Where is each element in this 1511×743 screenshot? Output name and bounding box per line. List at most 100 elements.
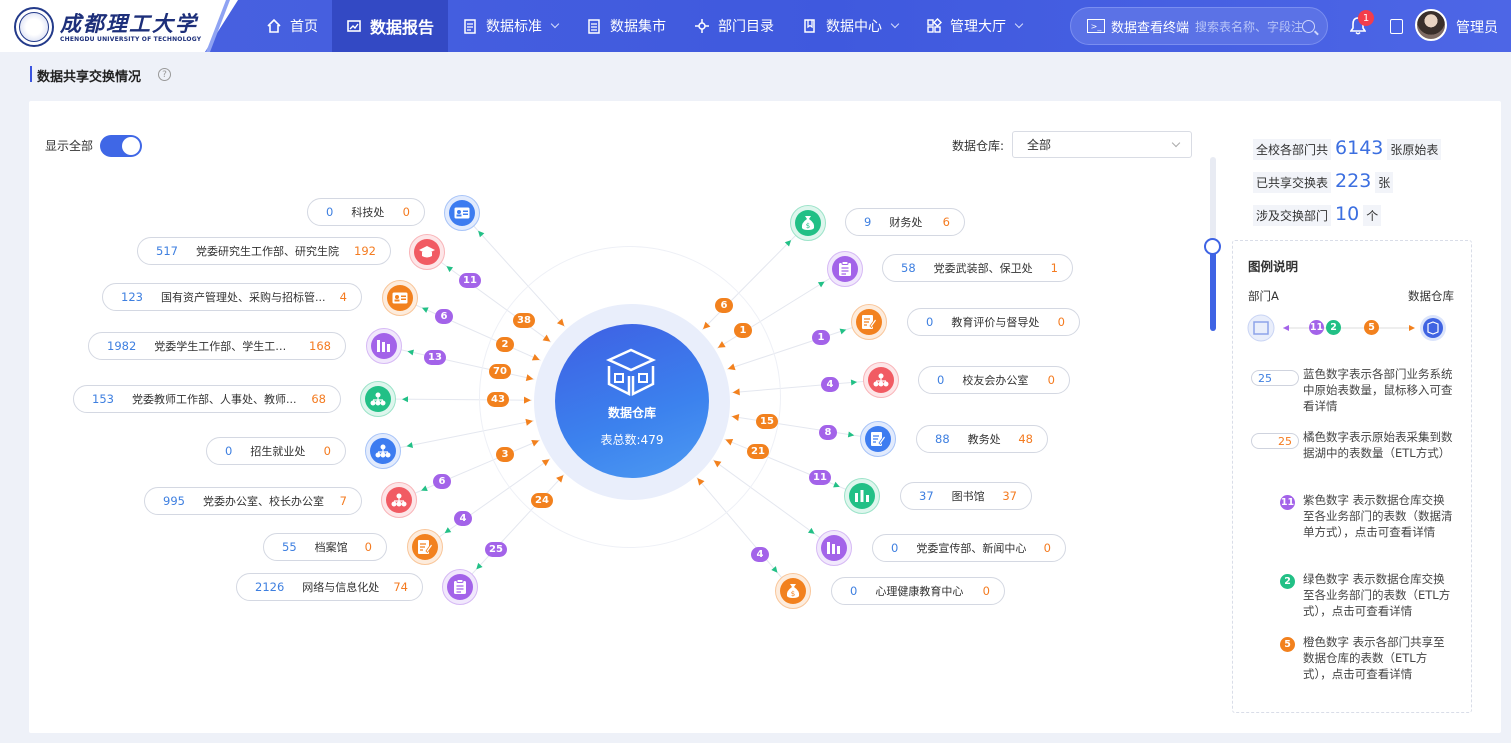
- raw-table-count[interactable]: 123: [103, 290, 143, 304]
- nav-label: 数据标准: [486, 19, 543, 35]
- purple-exchange-badge[interactable]: 25: [485, 542, 507, 557]
- purple-exchange-badge[interactable]: 6: [433, 474, 451, 489]
- orange-exchange-badge[interactable]: 15: [756, 414, 778, 429]
- raw-table-count[interactable]: 37: [901, 489, 934, 503]
- dept-pill[interactable]: 0 科技处 0: [307, 198, 425, 226]
- dept-pill[interactable]: 0 教育评价与督导处 0: [907, 308, 1080, 336]
- dept-pill[interactable]: 2126 网络与信息化处 74: [236, 573, 423, 601]
- orange-exchange-badge[interactable]: 38: [513, 313, 535, 328]
- document-icon[interactable]: [1390, 19, 1403, 34]
- purple-exchange-badge[interactable]: 13: [424, 350, 446, 365]
- orange-exchange-badge[interactable]: 3: [496, 447, 514, 462]
- dept-pill[interactable]: 0 校友会办公室 0: [918, 366, 1070, 394]
- show-all-toggle[interactable]: [100, 135, 142, 157]
- raw-table-count[interactable]: 0: [308, 205, 333, 219]
- data-warehouse-node[interactable]: 数据仓库 表总数:479: [555, 324, 709, 478]
- orange-exchange-badge[interactable]: 24: [531, 493, 553, 508]
- raw-table-count[interactable]: 0: [908, 315, 933, 329]
- raw-table-count[interactable]: 58: [883, 261, 916, 275]
- dept-pill[interactable]: 0 党委宣传部、新闻中心 0: [872, 534, 1066, 562]
- nav-item-3[interactable]: 数据集市: [572, 0, 680, 52]
- dept-pill[interactable]: 37 图书馆 37: [900, 482, 1032, 510]
- edit-doc-icon[interactable]: [407, 529, 443, 565]
- graduation-cap-icon[interactable]: [409, 234, 445, 270]
- dept-pill[interactable]: 9 财务处 6: [845, 208, 965, 236]
- org-chart-icon[interactable]: [360, 381, 396, 417]
- toggle-knob: [122, 137, 140, 155]
- orange-exchange-badge[interactable]: 1: [734, 323, 752, 338]
- raw-table-count[interactable]: 55: [264, 540, 297, 554]
- dept-pill[interactable]: 123 国有资产管理处、采购与招标管... 4: [102, 283, 362, 311]
- dept-name: 党委研究生工作部、研究生院: [195, 245, 339, 258]
- purple-exchange-badge[interactable]: 11: [459, 273, 481, 288]
- user-menu[interactable]: 管理员: [1456, 17, 1498, 37]
- purple-exchange-badge[interactable]: 4: [751, 547, 769, 562]
- raw-table-count[interactable]: 153: [74, 392, 114, 406]
- dept-name: 党委学生工作部、学生工作处: [154, 340, 298, 353]
- raw-table-count[interactable]: 517: [138, 244, 178, 258]
- warehouse-select[interactable]: 全部: [1012, 131, 1192, 158]
- purple-exchange-badge[interactable]: 11: [809, 470, 831, 485]
- nav-item-1[interactable]: 数据报告: [332, 0, 449, 52]
- orange-exchange-badge[interactable]: 2: [496, 337, 514, 352]
- orange-exchange-badge[interactable]: 43: [487, 392, 509, 407]
- etl-table-count: 0: [1047, 373, 1055, 387]
- money-bag-icon[interactable]: $: [775, 573, 811, 609]
- dept-pill[interactable]: 0 招生就业处 0: [206, 437, 346, 465]
- search-box[interactable]: >_数据查看终端 搜索表名称、字段注释: [1070, 7, 1328, 45]
- raw-table-count[interactable]: 0: [873, 541, 898, 555]
- dept-name: 党委教师工作部、人事处、教师...: [131, 393, 297, 406]
- dept-pill[interactable]: 517 党委研究生工作部、研究生院 192: [137, 237, 391, 265]
- dept-pill[interactable]: 995 党委办公室、校长办公室 7: [144, 487, 362, 515]
- id-card-icon[interactable]: [444, 195, 480, 231]
- bar-chart-icon[interactable]: [844, 478, 880, 514]
- dept-pill[interactable]: 153 党委教师工作部、人事处、教师... 68: [73, 385, 341, 413]
- nav-item-4[interactable]: 部门目录: [680, 0, 788, 52]
- dept-pill[interactable]: 1982 党委学生工作部、学生工作处 168: [88, 332, 346, 360]
- books-icon[interactable]: [366, 328, 402, 364]
- legend-dot-green: 2: [1280, 574, 1295, 589]
- avatar[interactable]: [1415, 9, 1447, 41]
- org-chart-icon[interactable]: [365, 433, 401, 469]
- nav-item-6[interactable]: 管理大厅: [912, 0, 1036, 52]
- raw-table-count[interactable]: 88: [917, 432, 950, 446]
- orange-exchange-badge[interactable]: 6: [715, 298, 733, 313]
- raw-table-count[interactable]: 0: [832, 584, 857, 598]
- raw-table-count[interactable]: 1982: [89, 339, 136, 353]
- org-chart-icon[interactable]: [863, 362, 899, 398]
- nav-item-0[interactable]: 首页: [252, 0, 332, 52]
- raw-table-count[interactable]: 995: [145, 494, 185, 508]
- search-input[interactable]: 搜索表名称、字段注释: [1195, 18, 1302, 35]
- zoom-slider-handle[interactable]: [1204, 238, 1221, 255]
- raw-table-count[interactable]: 9: [846, 215, 871, 229]
- nav-item-2[interactable]: 数据标准: [448, 0, 572, 52]
- id-card-icon[interactable]: [382, 280, 418, 316]
- purple-exchange-badge[interactable]: 8: [819, 425, 837, 440]
- org-chart-icon[interactable]: [381, 482, 417, 518]
- raw-table-count[interactable]: 0: [919, 373, 944, 387]
- search-mode-tag[interactable]: >_ 数据查看终端: [1087, 17, 1189, 36]
- money-bag-icon[interactable]: $: [790, 205, 826, 241]
- books-icon[interactable]: [816, 530, 852, 566]
- nav-item-5[interactable]: 数据中心: [788, 0, 912, 52]
- raw-table-count[interactable]: 2126: [237, 580, 284, 594]
- dept-pill[interactable]: 0 心理健康教育中心 0: [831, 577, 1005, 605]
- clipboard-icon[interactable]: [442, 569, 478, 605]
- edit-doc-icon[interactable]: [860, 421, 896, 457]
- center-title: 数据仓库: [607, 406, 656, 420]
- orange-exchange-badge[interactable]: 21: [747, 444, 769, 459]
- search-icon[interactable]: [1302, 19, 1315, 33]
- dept-pill[interactable]: 88 教务处 48: [916, 425, 1048, 453]
- dept-pill[interactable]: 58 党委武装部、保卫处 1: [882, 254, 1073, 282]
- dept-pill[interactable]: 55 档案馆 0: [263, 533, 387, 561]
- dept-name: 党委宣传部、新闻中心: [916, 542, 1027, 555]
- edit-doc-icon[interactable]: [851, 304, 887, 340]
- purple-exchange-badge[interactable]: 6: [435, 309, 453, 324]
- purple-exchange-badge[interactable]: 4: [821, 377, 839, 392]
- orange-exchange-badge[interactable]: 70: [489, 364, 511, 379]
- purple-exchange-badge[interactable]: 4: [454, 511, 472, 526]
- clipboard-icon[interactable]: [827, 251, 863, 287]
- purple-exchange-badge[interactable]: 1: [812, 330, 830, 345]
- help-icon[interactable]: ?: [158, 68, 171, 81]
- raw-table-count[interactable]: 0: [207, 444, 232, 458]
